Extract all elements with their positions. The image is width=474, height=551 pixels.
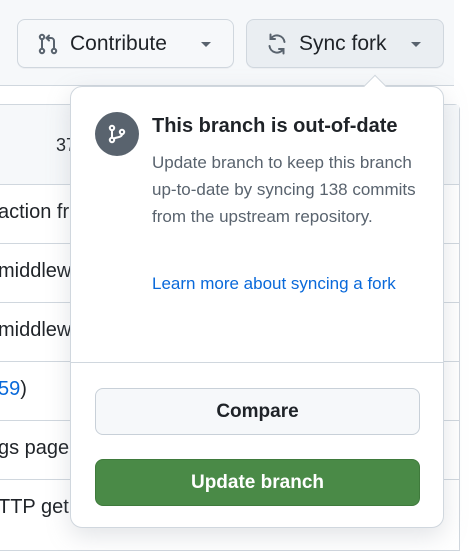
popover-title: This branch is out-of-date [152,115,398,137]
commit-message: gs page [0,437,70,459]
commit-message: middlew [0,319,72,341]
commit-message: TTP get [0,496,69,518]
chevron-down-icon [409,39,423,49]
commit-message: action fr [0,201,70,223]
learn-more-link[interactable]: Learn more about syncing a fork [152,270,422,297]
divider [71,362,443,363]
git-pull-request-icon [36,32,60,56]
popover-description: Update branch to keep this branch up-to-… [152,153,416,226]
repo-toolbar: Contribute Sync fork [0,0,474,86]
sync-fork-button[interactable]: Sync fork [246,19,444,68]
compare-button[interactable]: Compare [95,388,420,435]
commit-message: 59) [0,378,27,400]
sync-fork-label: Sync fork [299,31,387,55]
contribute-label: Contribute [70,31,167,55]
git-branch-icon [95,112,139,156]
sync-icon [265,32,289,56]
chevron-down-icon [199,39,213,49]
contribute-button[interactable]: Contribute [17,19,234,68]
update-branch-button[interactable]: Update branch [95,459,420,506]
sync-fork-popover: This branch is out-of-date Update branch… [70,74,444,528]
pr-link[interactable]: 59 [0,378,20,400]
commit-message: middlew [0,260,72,282]
